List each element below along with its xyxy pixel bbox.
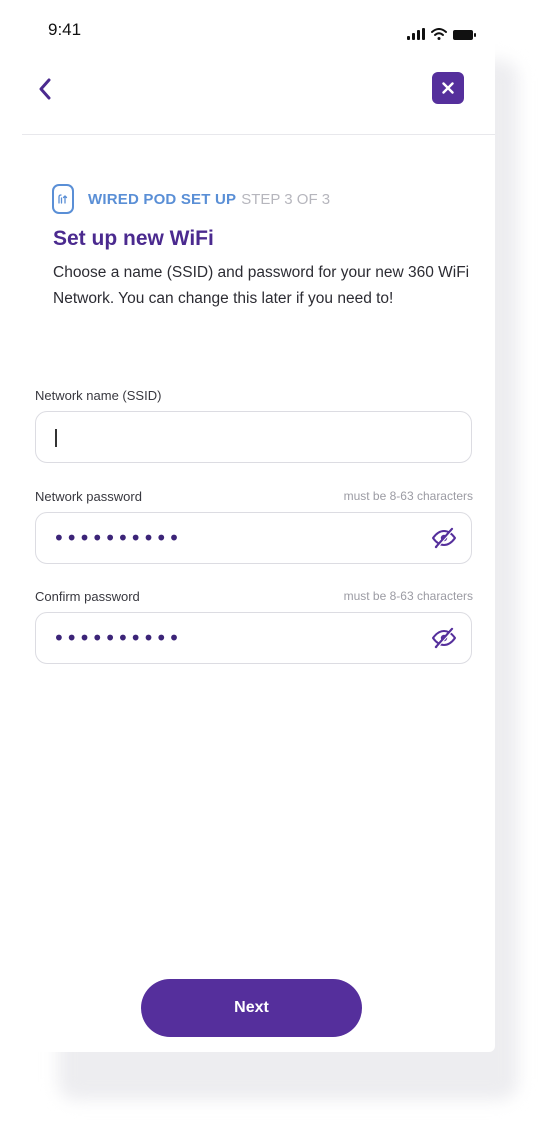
password-value: •••••••••• [53,526,181,550]
wifi-icon [431,28,447,40]
confirm-password-value: •••••••••• [53,626,181,650]
header-divider [22,134,495,135]
step-count: STEP 3 OF 3 [241,190,331,208]
text-cursor [55,429,57,447]
step-title: WIRED POD SET UP [88,190,237,208]
confirm-password-input[interactable]: •••••••••• [35,612,472,664]
next-button[interactable]: Next [141,979,362,1037]
ssid-input[interactable] [35,411,472,463]
page-title: Set up new WiFi [53,227,214,250]
confirm-label: Confirm password [35,589,140,604]
stage: 9:41 WIRED POD SET UP STEP 3 OF 3 Set up… [0,0,539,1123]
confirm-hint: must be 8-63 characters [343,589,473,603]
eye-slash-icon[interactable] [431,626,457,650]
page-description: Choose a name (SSID) and password for yo… [53,264,470,307]
eye-slash-icon[interactable] [431,526,457,550]
battery-icon [453,30,476,40]
close-button[interactable] [432,72,464,104]
status-time: 9:41 [48,20,82,39]
status-icons [407,24,476,40]
password-label: Network password [35,489,142,504]
password-hint: must be 8-63 characters [343,489,473,503]
back-button[interactable] [30,74,60,104]
phone-screen: 9:41 WIRED POD SET UP STEP 3 OF 3 Set up… [22,0,495,1052]
step-header: WIRED POD SET UP STEP 3 OF 3 [52,182,330,216]
chevron-left-icon [39,78,51,100]
status-bar: 9:41 [22,0,495,60]
wired-pod-icon [52,184,74,214]
signal-icon [407,28,425,40]
password-input[interactable]: •••••••••• [35,512,472,564]
ssid-label: Network name (SSID) [35,388,162,403]
close-icon [442,82,454,94]
